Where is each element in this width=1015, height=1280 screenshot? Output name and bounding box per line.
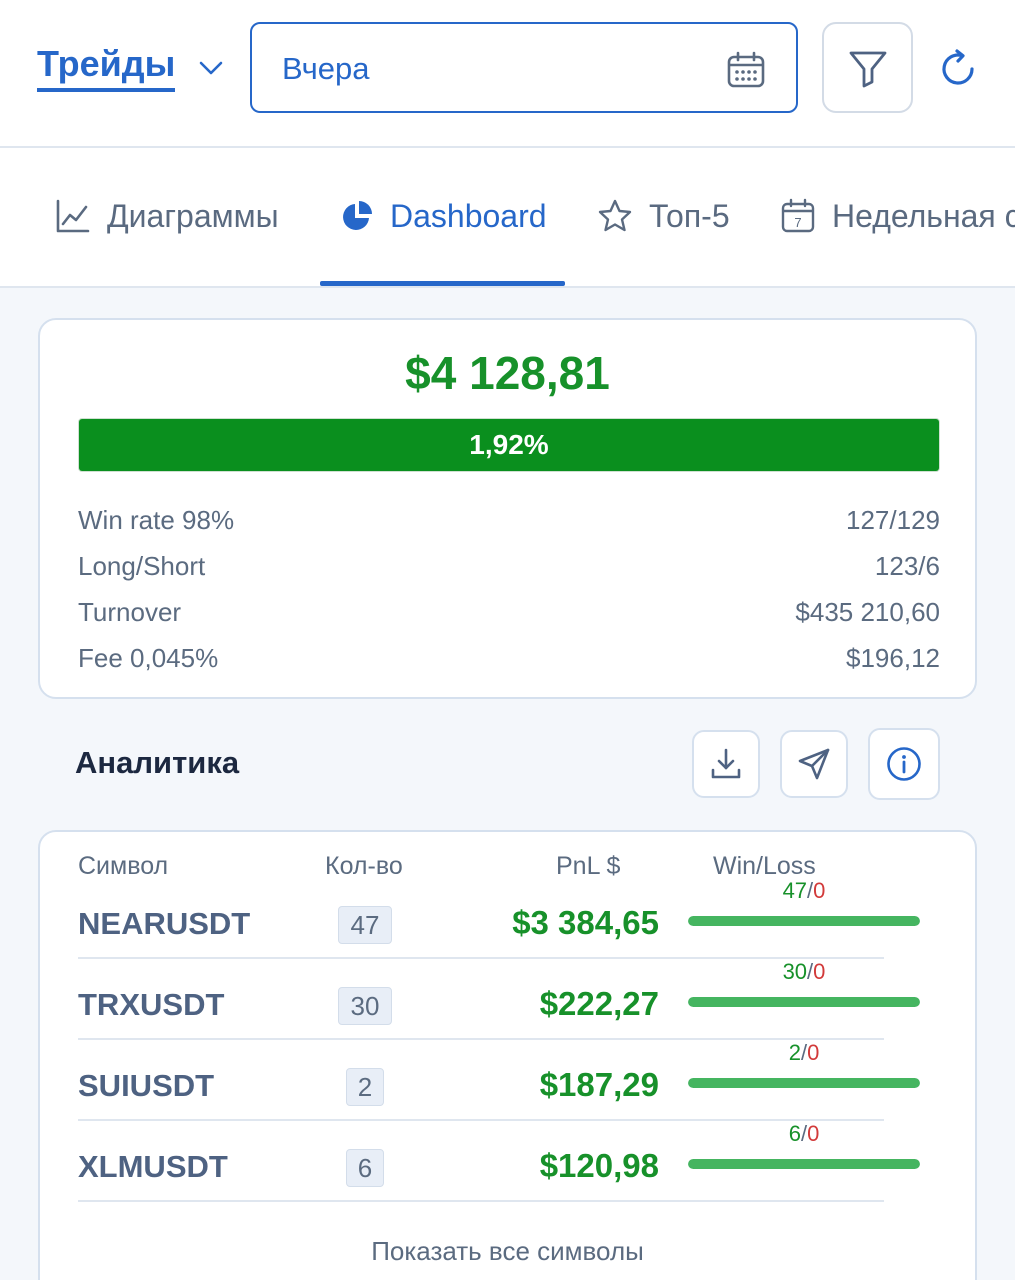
symbol-name: NEARUSDT xyxy=(78,906,251,941)
stat-value: 127/129 xyxy=(846,505,940,535)
tab-weekly[interactable]: 7 Недельная с xyxy=(780,193,1015,239)
losses-count: 0 xyxy=(807,1040,820,1065)
column-header-winloss: Win/Loss xyxy=(713,852,816,880)
symbol-name: TRXUSDT xyxy=(78,987,225,1022)
wins-count: 2 xyxy=(788,1040,801,1065)
chevron-down-icon xyxy=(200,61,223,75)
tab-label: Dashboard xyxy=(390,197,547,234)
win-loss-count: 2/0 xyxy=(788,1040,820,1065)
losses-count: 0 xyxy=(807,1121,820,1146)
win-loss-count: 6/0 xyxy=(788,1121,820,1146)
active-tab-indicator xyxy=(320,281,565,286)
section-selector[interactable]: Трейды xyxy=(37,44,225,92)
refresh-icon[interactable] xyxy=(936,47,980,91)
date-value: Вчера xyxy=(282,51,370,86)
win-fill xyxy=(688,1159,920,1169)
calendar-7-icon: 7 xyxy=(781,198,815,233)
stat-label: Win rate 98% xyxy=(78,505,235,535)
stat-row-turnover: Turnover $435 210,60 xyxy=(78,597,940,628)
column-header-symbol: Символ xyxy=(78,852,169,880)
svg-text:7: 7 xyxy=(794,215,801,230)
trade-count-badge: 6 xyxy=(346,1149,384,1187)
tab-top5[interactable]: Топ-5 xyxy=(597,193,730,239)
win-loss-count: 47/0 xyxy=(782,878,826,903)
progress-percent: 1,92% xyxy=(469,429,549,460)
win-loss-bar xyxy=(688,1159,920,1169)
column-header-pnl: PnL $ xyxy=(556,852,621,880)
send-button[interactable] xyxy=(780,730,848,798)
tab-charts[interactable]: Диаграммы xyxy=(55,193,279,239)
win-loss-count: 30/0 xyxy=(782,959,826,984)
send-icon xyxy=(798,748,830,780)
stat-label: Turnover xyxy=(78,597,182,627)
losses-count: 0 xyxy=(813,878,826,903)
symbol-pnl: $222,27 xyxy=(539,985,659,1022)
pie-chart-icon xyxy=(343,201,372,230)
symbol-pnl: $187,29 xyxy=(539,1066,659,1103)
table-row[interactable]: TRXUSDT 30 $222,27 30/0 xyxy=(78,959,920,1040)
symbol-name: XLMUSDT xyxy=(78,1149,228,1184)
progress-bar: 1,92% xyxy=(78,418,940,472)
analytics-title: Аналитика xyxy=(75,745,240,780)
section-label: Трейды xyxy=(37,44,176,92)
stat-label: Long/Short xyxy=(78,551,206,581)
trade-count-badge: 30 xyxy=(338,987,392,1025)
calendar-icon[interactable] xyxy=(726,50,766,90)
stat-value: 123/6 xyxy=(874,551,940,581)
wins-count: 47 xyxy=(782,878,808,903)
filter-button[interactable] xyxy=(822,22,913,113)
stat-row-long-short: Long/Short 123/6 xyxy=(78,551,940,582)
info-button[interactable] xyxy=(868,728,940,800)
wins-count: 6 xyxy=(788,1121,801,1146)
star-icon xyxy=(598,199,632,232)
info-icon xyxy=(887,747,921,781)
download-icon xyxy=(711,748,741,779)
trade-count-badge: 2 xyxy=(346,1068,384,1106)
table-row[interactable]: SUIUSDT 2 $187,29 2/0 xyxy=(78,1040,920,1121)
show-all-symbols-link[interactable]: Показать все символы xyxy=(40,1236,975,1267)
line-chart-icon xyxy=(56,199,90,233)
symbol-name: SUIUSDT xyxy=(78,1068,215,1103)
losses-count: 0 xyxy=(813,959,826,984)
symbol-pnl: $120,98 xyxy=(539,1147,659,1184)
stat-row-winrate: Win rate 98% 127/129 xyxy=(78,505,940,536)
tab-label: Топ-5 xyxy=(649,197,730,234)
summary-card: $4 128,81 1,92% Win rate 98% 127/129 Lon… xyxy=(38,318,977,699)
date-range-field[interactable]: Вчера xyxy=(250,22,798,113)
win-loss-bar xyxy=(688,997,920,1007)
top-bar: Трейды Вчера xyxy=(0,0,1015,148)
tab-bar: Диаграммы Dashboard Топ-5 7 Недельная с xyxy=(0,148,1015,288)
stat-label: Fee 0,045% xyxy=(78,643,219,673)
stat-value: $196,12 xyxy=(846,643,940,673)
win-fill xyxy=(688,1078,920,1088)
trade-count-badge: 47 xyxy=(338,906,392,944)
column-header-qty: Кол-во xyxy=(325,852,403,880)
stat-row-fee: Fee 0,045% $196,12 xyxy=(78,643,940,674)
symbol-pnl: $3 384,65 xyxy=(512,904,659,941)
tab-label: Диаграммы xyxy=(107,197,279,234)
win-fill xyxy=(688,997,920,1007)
wins-count: 30 xyxy=(782,959,808,984)
symbols-table: Символ Кол-во PnL $ Win/Loss NEARUSDT 47… xyxy=(38,830,977,1280)
download-button[interactable] xyxy=(692,730,760,798)
win-fill xyxy=(688,916,920,926)
win-loss-bar xyxy=(688,1078,920,1088)
tab-dashboard[interactable]: Dashboard xyxy=(340,193,547,239)
filter-icon xyxy=(849,51,886,87)
tab-label: Недельная с xyxy=(832,197,1015,234)
table-row[interactable]: XLMUSDT 6 $120,98 6/0 xyxy=(78,1121,920,1202)
stat-value: $435 210,60 xyxy=(795,597,940,627)
win-loss-bar xyxy=(688,916,920,926)
total-pnl: $4 128,81 xyxy=(405,347,610,399)
table-row[interactable]: NEARUSDT 47 $3 384,65 47/0 xyxy=(78,878,920,959)
